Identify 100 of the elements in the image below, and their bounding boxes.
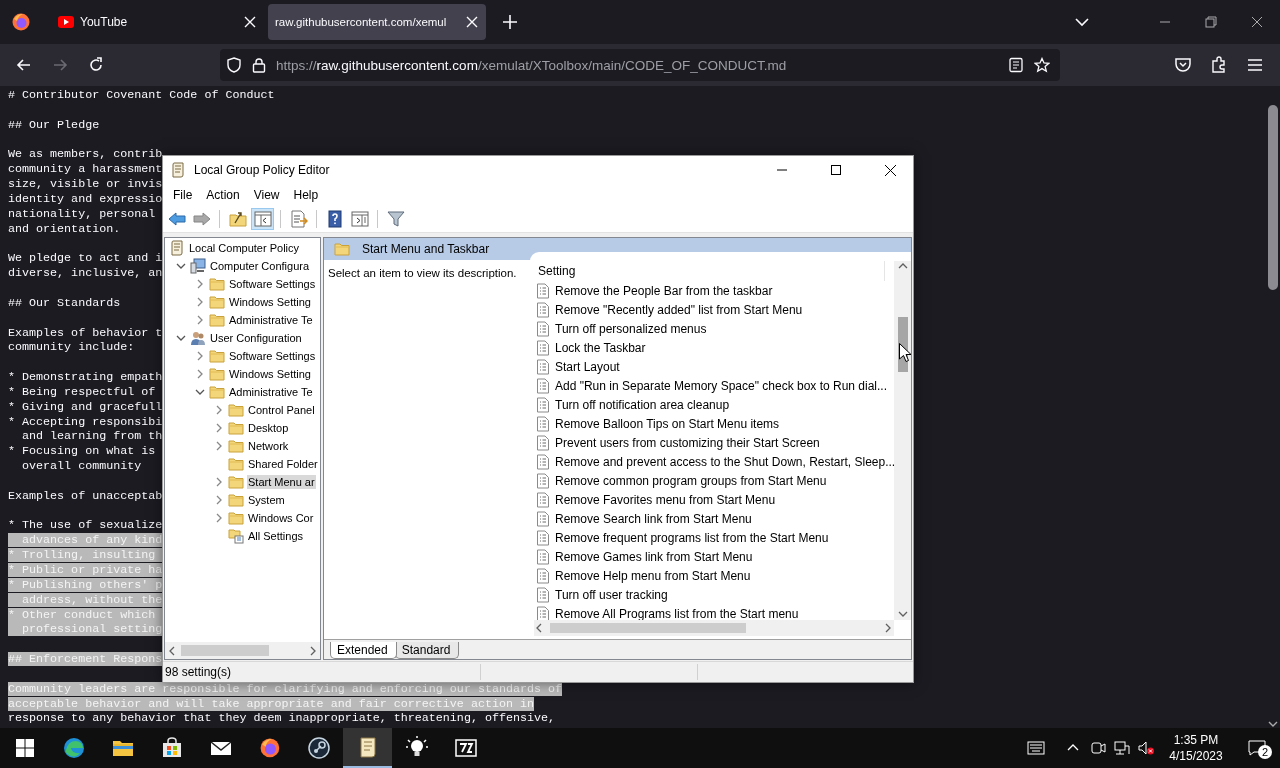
tree-item[interactable]: Software Settings	[228, 277, 317, 291]
menu-item[interactable]: File	[166, 186, 200, 204]
view-tab[interactable]: Standard	[394, 642, 460, 659]
setting-item[interactable]: Turn off personalized menus	[555, 321, 707, 336]
folder-icon	[228, 474, 244, 490]
folder-icon	[209, 384, 225, 400]
scrollbar-thumb[interactable]	[1267, 105, 1278, 290]
policy-icon	[170, 162, 186, 178]
tree-item[interactable]: System	[247, 493, 286, 507]
text-line: * Focusing on what is	[8, 444, 156, 459]
tree-item[interactable]: Windows Setting	[228, 367, 312, 381]
show-hide-tree-button[interactable]	[251, 208, 274, 230]
setting-item[interactable]: Start Layout	[555, 359, 620, 374]
tree-item[interactable]: Windows Setting	[228, 295, 312, 309]
policy-setting-icon	[536, 358, 550, 375]
star-icon[interactable]	[1034, 57, 1050, 73]
policy-setting-icon	[536, 605, 550, 620]
view-tab[interactable]: Extended	[330, 642, 397, 659]
scrollbar-thumb[interactable]	[181, 645, 269, 656]
close-icon[interactable]	[242, 14, 258, 30]
setting-item[interactable]: Remove Balloon Tips on Start Menu items	[555, 416, 780, 431]
menu-item[interactable]: Help	[286, 186, 326, 204]
policy-icon	[169, 240, 185, 256]
tree-item[interactable]: Windows Cor	[247, 511, 315, 525]
text-line: size, visible or invis	[8, 177, 163, 192]
policy-setting-icon	[536, 510, 550, 527]
chevron-down-icon[interactable]	[194, 387, 205, 397]
policy-setting-icon	[536, 472, 550, 489]
text-line: Examples of behavior t	[8, 325, 163, 340]
tree-item[interactable]: Administrative Te	[228, 385, 314, 399]
folder-icon	[228, 402, 244, 418]
filter-button[interactable]	[384, 208, 407, 230]
policy-setting-icon	[536, 434, 550, 451]
back-arrow-icon	[167, 210, 186, 228]
tree-item[interactable]: Computer Configura	[209, 259, 311, 273]
browser-tab[interactable]: YouTube	[46, 4, 264, 40]
restore-icon	[1205, 16, 1217, 28]
scrollbar-thumb[interactable]	[550, 623, 746, 633]
tree-item[interactable]: Desktop	[247, 421, 290, 435]
text-line: and orientation.	[8, 221, 121, 236]
policy-setting-icon	[536, 586, 550, 603]
policy-setting-icon	[536, 453, 550, 470]
taskbar-app[interactable]	[343, 728, 392, 768]
policy-setting-icon	[536, 548, 550, 565]
setting-item[interactable]: Remove and prevent access to the Shut Down, Restart, Sleep...	[555, 454, 894, 469]
tree-item[interactable]: All Settings	[247, 529, 305, 543]
tree-item[interactable]: User Configuration	[209, 331, 303, 345]
scroll-down-icon[interactable]	[1267, 720, 1278, 728]
notification-button[interactable]: 2	[1234, 728, 1280, 768]
close-icon[interactable]	[464, 14, 480, 30]
network-icon[interactable]	[1113, 740, 1131, 756]
tree-item[interactable]: Control Panel	[247, 403, 316, 417]
folder-icon	[209, 366, 225, 382]
column-header[interactable]: Setting	[538, 264, 576, 278]
touch-keyboard-icon[interactable]	[1027, 740, 1045, 756]
tree-item[interactable]: Software Settings	[228, 349, 317, 363]
setting-item[interactable]: Remove frequent programs list from the Start Menu	[555, 530, 829, 545]
text-line: * Accepting responsibi	[8, 414, 163, 429]
camera-icon[interactable]	[1089, 740, 1107, 756]
setting-item[interactable]: Remove Search link from Start Menu	[555, 511, 752, 526]
setting-item[interactable]: Turn off user tracking	[555, 587, 668, 602]
policy-setting-icon	[536, 301, 550, 318]
text-line: response to any behavior that they deem inappropriate, threatening, offensive,	[8, 711, 556, 726]
text-line: Examples of unacceptab	[8, 488, 163, 503]
reader-view-icon[interactable]	[1008, 57, 1024, 73]
setting-item[interactable]: Add "Run in Separate Memory Space" check box to Run dial...	[555, 378, 888, 393]
menu-icon	[1247, 57, 1263, 73]
lock-icon	[252, 57, 266, 73]
menu-item[interactable]: View	[246, 186, 287, 204]
tree-item[interactable]: Administrative Te	[228, 313, 314, 327]
browser-tab[interactable]: raw.githubusercontent.com/xemul	[268, 4, 486, 40]
setting-item[interactable]: Prevent users from customizing their Start Screen	[555, 435, 820, 450]
folder-icon	[209, 312, 225, 328]
windows-logo-icon	[15, 739, 34, 757]
setting-item[interactable]: Turn off notification area cleanup	[555, 397, 730, 412]
volume-muted-icon[interactable]	[1137, 740, 1155, 756]
text-line: overall community	[21, 459, 142, 474]
setting-item[interactable]: Remove Games link from Start Menu	[555, 549, 753, 564]
help-book-icon	[325, 210, 344, 228]
url-field[interactable]: https://raw.githubusercontent.com/xemulat/XToolbox/main/CODE_OF_CONDUCT.md	[220, 49, 1060, 81]
setting-item[interactable]: Remove "Recently added" list from Start Menu	[555, 302, 803, 317]
menu-item[interactable]: Action	[199, 186, 247, 204]
setting-item[interactable]: Remove common program groups from Start Menu	[555, 473, 827, 488]
tree-item[interactable]: Local Computer Policy	[188, 241, 301, 255]
setting-item[interactable]: Remove All Programs list from the Start menu	[555, 606, 799, 620]
chevron-down-icon[interactable]	[175, 333, 186, 343]
folder-icon	[228, 438, 244, 454]
setting-item[interactable]: Remove the People Bar from the taskbar	[555, 283, 773, 298]
setting-item[interactable]: Lock the Taskbar	[555, 340, 646, 355]
tree-item[interactable]: Network	[247, 439, 290, 453]
chevron-down-icon[interactable]	[175, 261, 186, 271]
folder-icon	[334, 241, 350, 257]
setting-item[interactable]: Remove Favorites menu from Start Menu	[555, 492, 776, 507]
tree-item[interactable]: Shared Folder	[247, 457, 319, 471]
clock-date: 4/15/2023	[1169, 748, 1223, 764]
text-line: ## Our Pledge	[8, 117, 100, 132]
tree-item[interactable]: Start Menu ar	[247, 475, 316, 489]
text-line: nationality, personal	[8, 206, 156, 221]
setting-item[interactable]: Remove Help menu from Start Menu	[555, 568, 751, 583]
text-line: community include:	[8, 340, 135, 355]
